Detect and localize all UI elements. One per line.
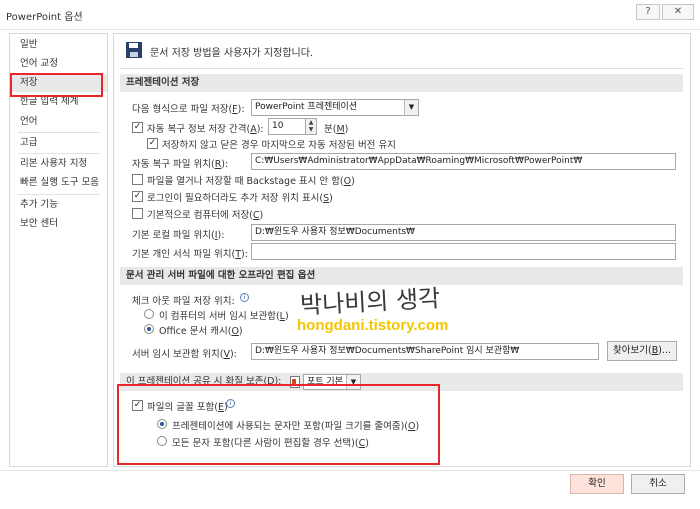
default-local-location-label: 기본 로컬 파일 위치(I): bbox=[132, 230, 225, 241]
presentation-file-icon bbox=[290, 376, 300, 388]
autorecover-minutes-input[interactable]: 10 bbox=[268, 118, 306, 135]
save-to-computer-label: 기본적으로 컴퓨터에 저장(C) bbox=[147, 210, 264, 221]
embed-used-chars-label: 프레젠테이션에 사용되는 문자만 포함(파일 크기를 줄여줌)(O) bbox=[172, 421, 420, 432]
cancel-button[interactable]: 취소 bbox=[631, 474, 685, 494]
autorecover-location-label: 자동 복구 파일 위치(R): bbox=[132, 159, 229, 170]
browse-button[interactable]: 찾아보기(B)... bbox=[607, 341, 677, 361]
chevron-down-icon: ▼ bbox=[346, 375, 360, 389]
office-cache-radio-label: Office 문서 캐시(O) bbox=[159, 326, 243, 337]
autorecover-label: 자동 복구 정보 저장 간격(A): bbox=[147, 124, 264, 135]
fidelity-file-dropdown[interactable]: 포트 기본 ▼ bbox=[303, 374, 361, 390]
hide-backstage-checkbox[interactable] bbox=[132, 174, 143, 185]
sidebar-item-advanced[interactable]: 고급 bbox=[10, 134, 107, 152]
default-local-location-input[interactable]: D:₩윈도우 사용자 정보₩Documents₩ bbox=[251, 224, 676, 241]
main-panel: 문서 저장 방법을 사용자가 지정합니다. 프레젠테이션 저장 다음 형식으로 … bbox=[113, 33, 691, 467]
sidebar-item-korean-ime[interactable]: 한글 입력 체계 bbox=[10, 93, 107, 111]
info-icon: i bbox=[240, 293, 249, 302]
sidebar-item-add-ins[interactable]: 추가 기능 bbox=[10, 196, 107, 214]
title-bar: PowerPoint 옵션 ? ✕ bbox=[0, 0, 700, 30]
info-icon: i bbox=[226, 399, 235, 408]
embed-fonts-label: 파일의 글꼴 포함(E) bbox=[147, 402, 228, 413]
sidebar-item-language[interactable]: 언어 bbox=[10, 113, 107, 131]
page-description: 문서 저장 방법을 사용자가 지정합니다. bbox=[150, 48, 314, 59]
minutes-label: 분(M) bbox=[324, 124, 349, 135]
autorecover-location-input[interactable]: C:₩Users₩Administrator₩AppData₩Roaming₩M… bbox=[251, 153, 676, 170]
sidebar-item-general[interactable]: 일반 bbox=[10, 36, 107, 54]
footer-divider bbox=[0, 470, 700, 471]
sidebar-item-trust-center[interactable]: 보안 센터 bbox=[10, 215, 107, 233]
fidelity-file-value: 포트 기본 bbox=[307, 377, 343, 387]
save-format-value: PowerPoint 프레젠테이션 bbox=[255, 102, 358, 112]
embed-all-chars-radio[interactable] bbox=[157, 436, 167, 446]
show-additional-locations-checkbox[interactable]: ✓ bbox=[132, 191, 143, 202]
chevron-down-icon: ▼ bbox=[404, 100, 418, 115]
sidebar: 일반 언어 교정 저장 한글 입력 체계 언어 고급 리본 사용자 지정 빠른 … bbox=[9, 33, 108, 467]
watermark-text: 박나비의 생각 bbox=[299, 284, 441, 320]
section-heading-fidelity: 이 프레젠테이션 공유 시 화질 보존(D): bbox=[120, 373, 683, 391]
save-icon bbox=[126, 42, 142, 58]
default-template-location-label: 기본 개인 서식 파일 위치(T): bbox=[132, 249, 248, 260]
keep-last-version-checkbox[interactable]: ✓ bbox=[147, 138, 158, 149]
save-format-dropdown[interactable]: PowerPoint 프레젠테이션 ▼ bbox=[251, 99, 419, 116]
sidebar-item-save[interactable]: 저장 bbox=[10, 74, 107, 92]
keep-last-version-label: 저장하지 않고 닫은 경우 마지막으로 자동 저장된 버전 유지 bbox=[162, 140, 396, 151]
hide-backstage-label: 파일을 열거나 저장할 때 Backstage 표시 안 함(O) bbox=[147, 176, 355, 187]
office-cache-radio[interactable] bbox=[144, 324, 154, 334]
spin-up-icon[interactable]: ▲ bbox=[306, 119, 316, 126]
embed-used-chars-radio[interactable] bbox=[157, 419, 167, 429]
autorecover-minutes-stepper[interactable]: ▲ ▼ bbox=[305, 118, 317, 135]
section-heading-presentation-save: 프레젠테이션 저장 bbox=[120, 74, 683, 92]
sidebar-item-quick-access-toolbar[interactable]: 빠른 실행 도구 모음 bbox=[10, 174, 107, 192]
ok-button[interactable]: 확인 bbox=[570, 474, 624, 494]
show-additional-locations-label: 로그인이 필요하더라도 추가 저장 위치 표시(S) bbox=[147, 193, 333, 204]
embed-fonts-checkbox[interactable]: ✓ bbox=[132, 400, 143, 411]
checkout-location-label: 체크 아웃 파일 저장 위치: bbox=[132, 296, 235, 307]
spin-down-icon[interactable]: ▼ bbox=[306, 126, 316, 133]
header-divider bbox=[120, 68, 683, 69]
sidebar-divider bbox=[18, 194, 100, 195]
window-title: PowerPoint 옵션 bbox=[6, 12, 83, 23]
help-button[interactable]: ? bbox=[636, 4, 660, 20]
watermark-url: hongdani.tistory.com bbox=[297, 317, 449, 334]
save-format-label: 다음 형식으로 파일 저장(F): bbox=[132, 104, 245, 115]
sidebar-item-proofing[interactable]: 언어 교정 bbox=[10, 55, 107, 73]
default-template-location-input[interactable] bbox=[251, 243, 676, 260]
server-drafts-radio[interactable] bbox=[144, 309, 154, 319]
server-drafts-location-input[interactable]: D:₩윈도우 사용자 정보₩Documents₩SharePoint 임시 보관… bbox=[251, 343, 599, 360]
sidebar-item-customize-ribbon[interactable]: 리본 사용자 지정 bbox=[10, 155, 107, 173]
sidebar-divider bbox=[18, 153, 100, 154]
embed-all-chars-label: 모든 문자 포함(다른 사람이 편집할 경우 선택)(C) bbox=[172, 438, 369, 449]
sidebar-divider bbox=[18, 132, 100, 133]
close-button[interactable]: ✕ bbox=[662, 4, 694, 20]
autorecover-checkbox[interactable]: ✓ bbox=[132, 122, 143, 133]
server-drafts-radio-label: 이 컴퓨터의 서버 임시 보관함(L) bbox=[159, 311, 289, 322]
save-to-computer-checkbox[interactable] bbox=[132, 208, 143, 219]
server-drafts-location-label: 서버 임시 보관함 위치(V): bbox=[132, 349, 237, 360]
